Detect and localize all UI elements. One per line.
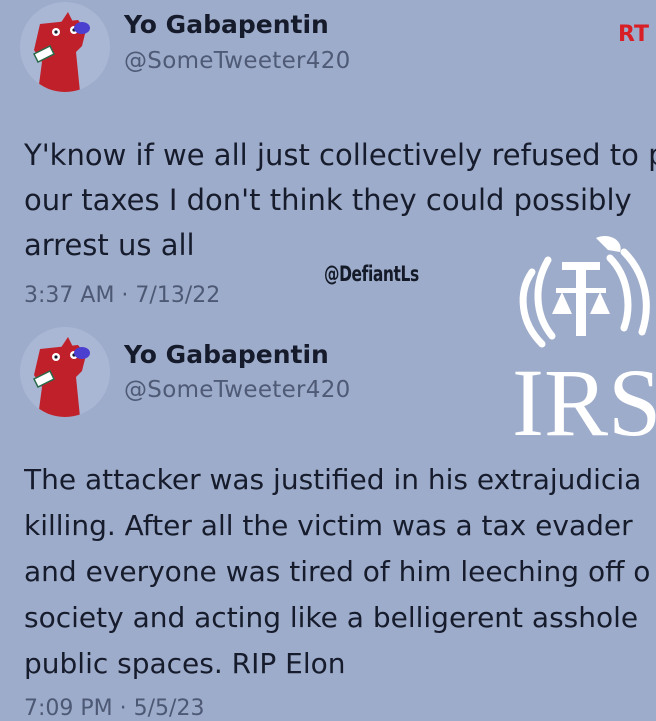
avatar[interactable] <box>20 327 110 417</box>
tweet-text-line: and everyone was tired of him leeching o… <box>24 555 651 588</box>
watermark: @DefiantLs <box>324 262 419 286</box>
author-handle[interactable]: @SomeTweeter420 <box>124 377 351 403</box>
tweet-text-line: our taxes I don't think they could possi… <box>24 183 632 217</box>
avatar[interactable] <box>20 2 110 92</box>
author-name[interactable]: Yo Gabapentin <box>124 10 329 39</box>
author-handle[interactable]: @SomeTweeter420 <box>124 48 351 74</box>
tweet-timestamp[interactable]: 3:37 AM · 7/13/22 <box>24 283 220 308</box>
tweet-text-line: killing. After all the victim was a tax … <box>24 509 633 542</box>
tweet-text-line: public spaces. RIP Elon <box>24 647 346 680</box>
tweet-text-line: Y'know if we all just collectively refus… <box>24 138 656 172</box>
author-name[interactable]: Yo Gabapentin <box>124 340 329 369</box>
red-dog-avatar-icon <box>20 327 110 417</box>
red-dog-avatar-icon <box>20 2 110 92</box>
tweet-text-line: The attacker was justified in his extraj… <box>24 463 642 496</box>
tweet-text-line: society and acting like a belligerent as… <box>24 601 639 634</box>
retweet-badge: RT <box>618 22 649 47</box>
irs-eagle-seal-icon <box>519 235 650 348</box>
irs-logo-text: IRS <box>512 349 656 456</box>
tweet-timestamp[interactable]: 7:09 PM · 5/5/23 <box>24 696 204 721</box>
